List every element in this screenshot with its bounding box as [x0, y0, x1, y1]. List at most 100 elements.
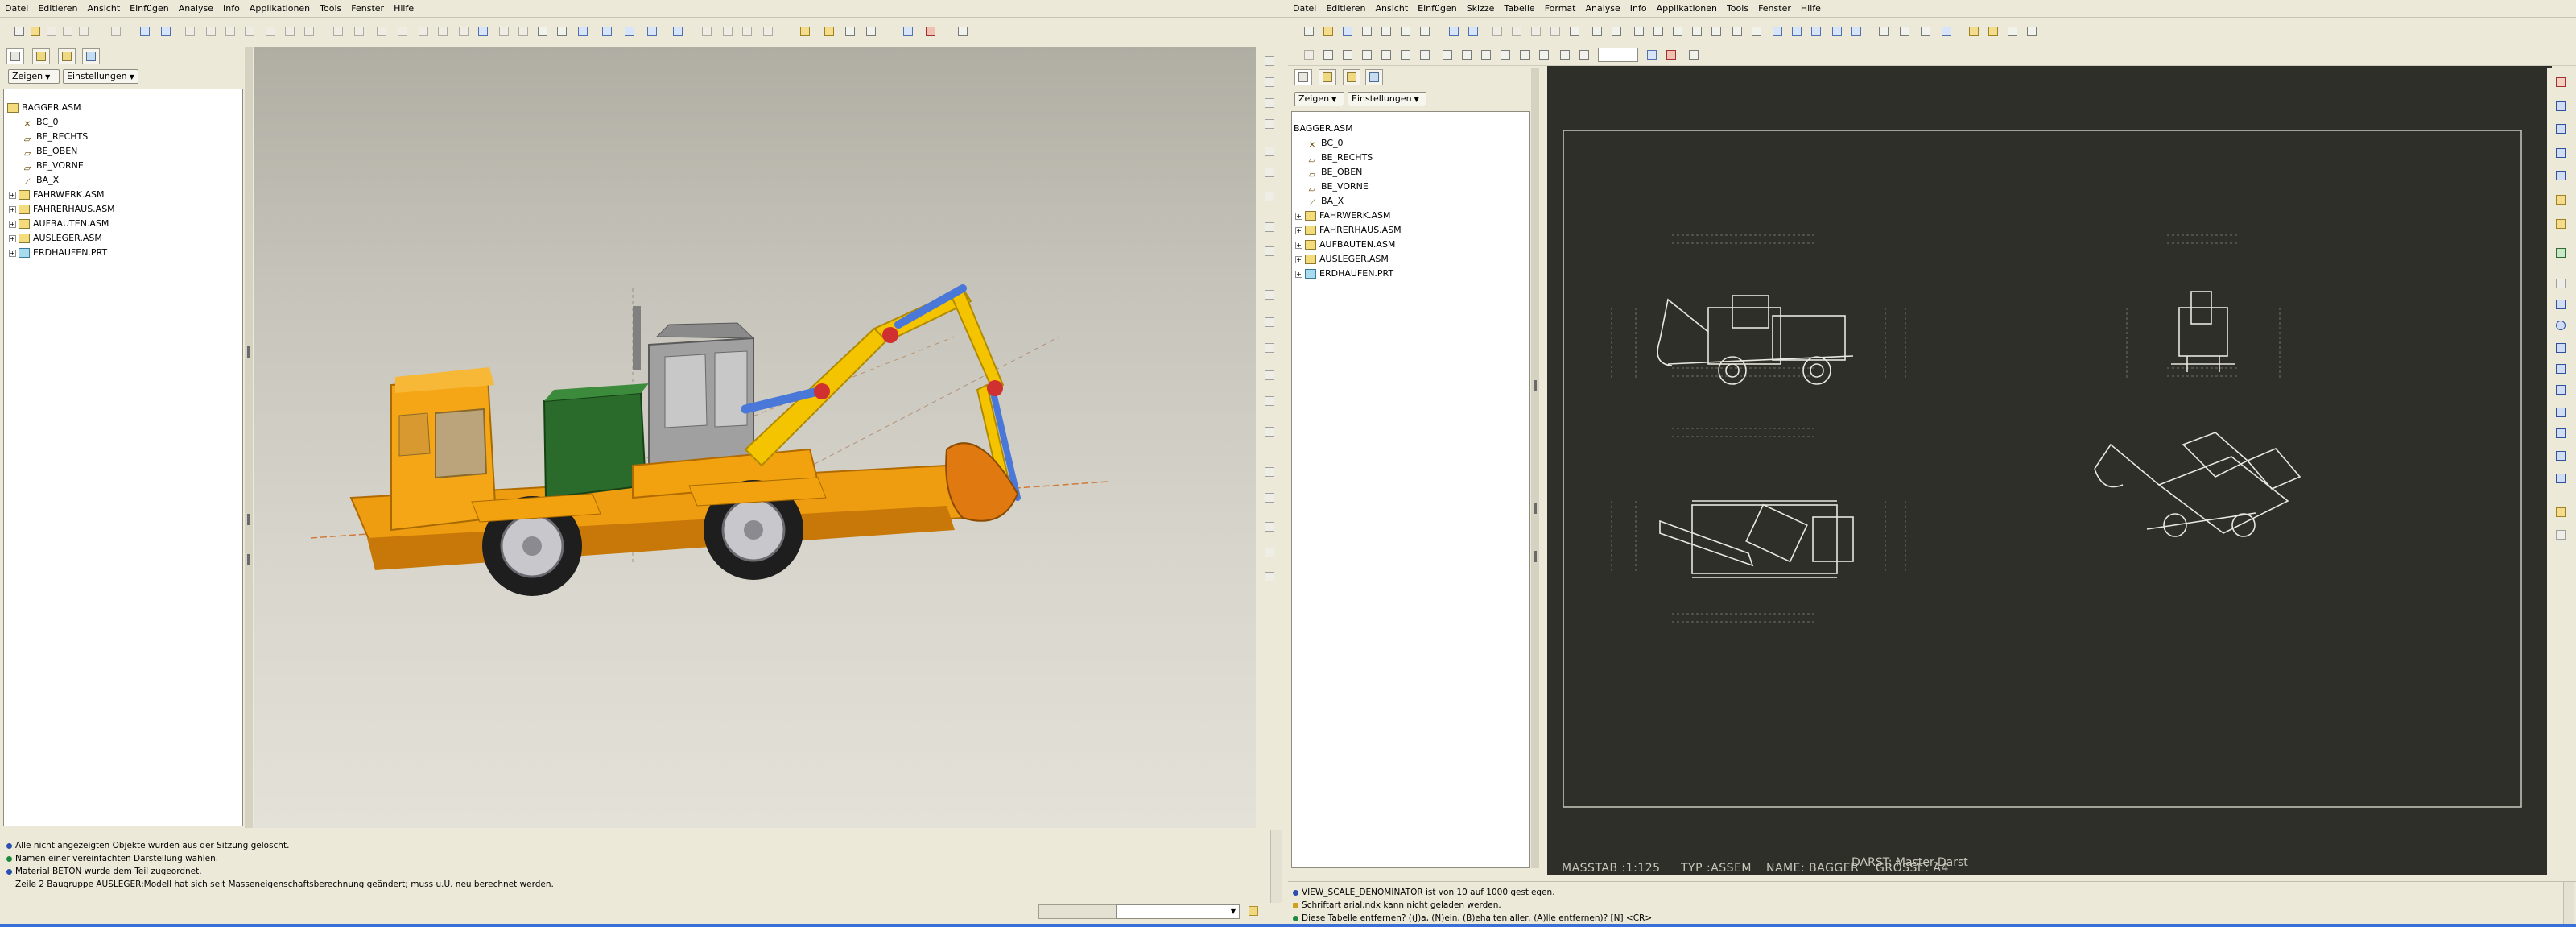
point-icon[interactable] [2553, 406, 2568, 419]
undo-icon[interactable] [137, 23, 151, 38]
menu-ansicht[interactable]: Ansicht [1371, 0, 1414, 18]
datum-plane-icon[interactable] [1262, 76, 1277, 89]
surface-finish-icon[interactable] [2553, 246, 2568, 259]
tab-connections[interactable] [1365, 69, 1383, 85]
menu-hilfe[interactable]: Hilfe [389, 0, 419, 18]
tab-favorites[interactable] [58, 48, 76, 64]
csys-display-icon[interactable] [760, 23, 774, 38]
tree-item-erdhaufen[interactable]: + ERDHAUFEN.PRT [9, 246, 107, 259]
settings-dropdown[interactable]: Einstellungen ▼ [1348, 92, 1426, 106]
reorient-icon[interactable] [1829, 23, 1843, 38]
wireframe-icon[interactable] [456, 23, 470, 38]
refit-icon[interactable] [575, 23, 589, 38]
sketch-tool-icon[interactable] [1966, 23, 1980, 38]
shell-icon[interactable] [1262, 395, 1277, 408]
tree-root[interactable]: BAGGER.ASM [1294, 122, 1353, 135]
copy-icon[interactable] [203, 23, 217, 38]
fillet-icon[interactable] [2553, 362, 2568, 375]
menu-ansicht[interactable]: Ansicht [83, 0, 126, 18]
splitter-grip[interactable] [1534, 380, 1537, 391]
trim-icon[interactable] [1262, 546, 1277, 559]
print-icon[interactable] [60, 23, 74, 38]
close-icon[interactable] [923, 23, 937, 38]
spin-center-icon[interactable] [496, 23, 510, 38]
redo-icon[interactable] [1465, 23, 1480, 38]
circle-icon[interactable] [2553, 319, 2568, 332]
plane-tool-icon[interactable] [821, 23, 836, 38]
menu-fenster[interactable]: Fenster [1753, 0, 1796, 18]
spline-icon[interactable] [2553, 383, 2568, 396]
sketch-icon[interactable] [1262, 55, 1277, 68]
note-icon[interactable] [1378, 47, 1393, 61]
splitter-grip[interactable] [247, 514, 250, 525]
tree-item-erdhaufen[interactable]: + ERDHAUFEN.PRT [1295, 267, 1393, 280]
splitter-grip[interactable] [1534, 503, 1537, 514]
tab-favorites[interactable] [1343, 69, 1360, 85]
orient-mode-icon[interactable] [1748, 23, 1763, 38]
saved-views-icon[interactable] [621, 23, 636, 38]
splitter-grip[interactable] [247, 554, 250, 565]
analysis-icon[interactable] [1262, 190, 1277, 203]
select-icon[interactable] [1608, 23, 1623, 38]
datum-point-icon[interactable] [1262, 145, 1277, 158]
tree-item-ba-x[interactable]: ⟋ BA_X [22, 173, 60, 187]
thicken-icon[interactable] [1262, 570, 1277, 583]
find-icon[interactable] [282, 23, 296, 38]
construction-icon[interactable] [2553, 528, 2568, 541]
regenerate-icon[interactable] [262, 23, 277, 38]
navigator-splitter[interactable] [245, 47, 253, 828]
table-icon[interactable] [2553, 122, 2568, 135]
draft-icon[interactable] [1262, 369, 1277, 382]
balloon-icon[interactable] [2553, 169, 2568, 182]
message-scrollbar[interactable] [2563, 882, 2574, 925]
delete-icon[interactable] [1301, 47, 1315, 61]
model-tree-icon[interactable] [1670, 23, 1684, 38]
navigator-splitter[interactable] [1531, 68, 1539, 868]
menu-analyse[interactable]: Analyse [1580, 0, 1624, 18]
tab-folder-browser[interactable] [1319, 69, 1336, 85]
close-window-icon[interactable] [1397, 23, 1412, 38]
menu-format[interactable]: Format [1540, 0, 1581, 18]
menu-analyse[interactable]: Analyse [174, 0, 218, 18]
show-dropdown[interactable]: Zeigen ▼ [8, 69, 60, 84]
paste-special-icon[interactable] [242, 23, 256, 38]
point-tool-icon[interactable] [2024, 23, 2038, 38]
layer-tree-icon[interactable] [644, 23, 658, 38]
offset-icon[interactable] [2553, 427, 2568, 440]
mirror-icon[interactable] [1262, 491, 1277, 504]
expand-icon[interactable]: + [1295, 270, 1302, 278]
expand-icon[interactable]: + [9, 234, 16, 242]
tree-item-bc0[interactable]: ✕ BC_0 [1307, 136, 1344, 150]
zoom-out-icon[interactable] [554, 23, 568, 38]
cut-icon[interactable] [1489, 23, 1504, 38]
zoom-in-icon[interactable] [535, 23, 549, 38]
merge-icon[interactable] [1262, 520, 1277, 533]
datum-axes-icon[interactable] [1897, 23, 1911, 38]
pattern-icon[interactable] [1262, 466, 1277, 478]
menu-datei[interactable]: Datei [1288, 0, 1321, 18]
expand-icon[interactable]: + [1295, 226, 1302, 234]
format-icon[interactable] [1439, 47, 1454, 61]
refit-icon[interactable] [1808, 23, 1823, 38]
open-file-icon[interactable] [1320, 23, 1335, 38]
zoom-in-icon[interactable] [1769, 23, 1784, 38]
tab-model-tree[interactable] [1294, 69, 1312, 85]
message-scrollbar[interactable] [1270, 830, 1282, 903]
menu-datei[interactable]: Datei [0, 0, 33, 18]
datum-axes-icon[interactable] [720, 23, 734, 38]
menu-einfuegen[interactable]: Einfügen [1413, 0, 1462, 18]
undo-icon[interactable] [1446, 23, 1460, 38]
grid-icon[interactable] [1459, 47, 1473, 61]
pointer-icon[interactable] [2553, 277, 2568, 290]
tree-item-fahrwerk[interactable]: + FAHRWERK.ASM [1295, 209, 1391, 222]
settings-dropdown[interactable]: Einstellungen ▼ [63, 69, 138, 84]
axis-tool-icon[interactable] [842, 23, 857, 38]
print-preview-icon[interactable] [1417, 23, 1431, 38]
layer-icon[interactable] [1631, 23, 1645, 38]
pick-filter-icon[interactable] [1246, 904, 1261, 917]
zoom-out-icon[interactable] [1789, 23, 1803, 38]
no-hidden-icon[interactable] [435, 23, 449, 38]
hatch-icon[interactable] [2553, 472, 2568, 485]
print-icon[interactable] [1359, 23, 1373, 38]
line-icon[interactable] [2553, 298, 2568, 311]
